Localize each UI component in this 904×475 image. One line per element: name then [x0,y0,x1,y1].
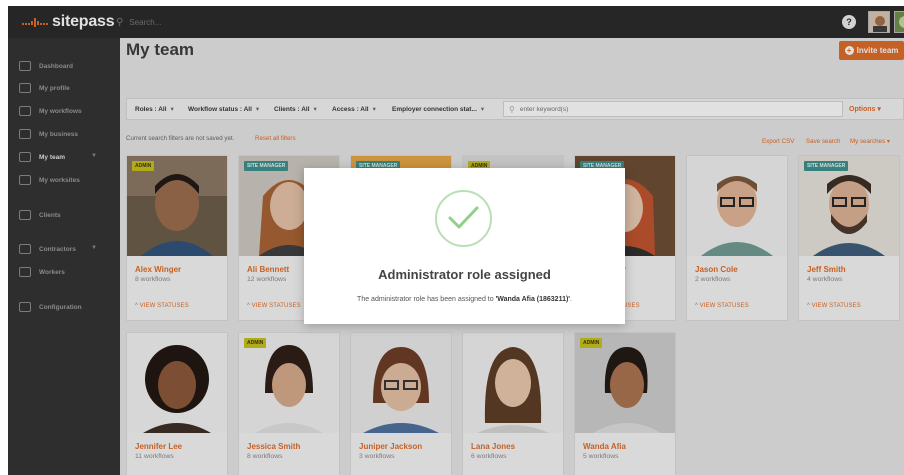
dialog-message: The administrator role has been assigned… [304,296,625,303]
dialog-message-prefix: The administrator role has been assigned… [357,296,496,303]
dialog-message-suffix: . [569,296,572,303]
success-dialog: Administrator role assigned The administ… [304,168,625,324]
dialog-title: Administrator role assigned [378,267,551,282]
success-check-icon [435,190,492,247]
dialog-message-target: 'Wanda Afia (1863211)' [495,296,570,303]
app-window: sitepass ⚲ ? Dashboard My profile My wor… [8,6,904,475]
